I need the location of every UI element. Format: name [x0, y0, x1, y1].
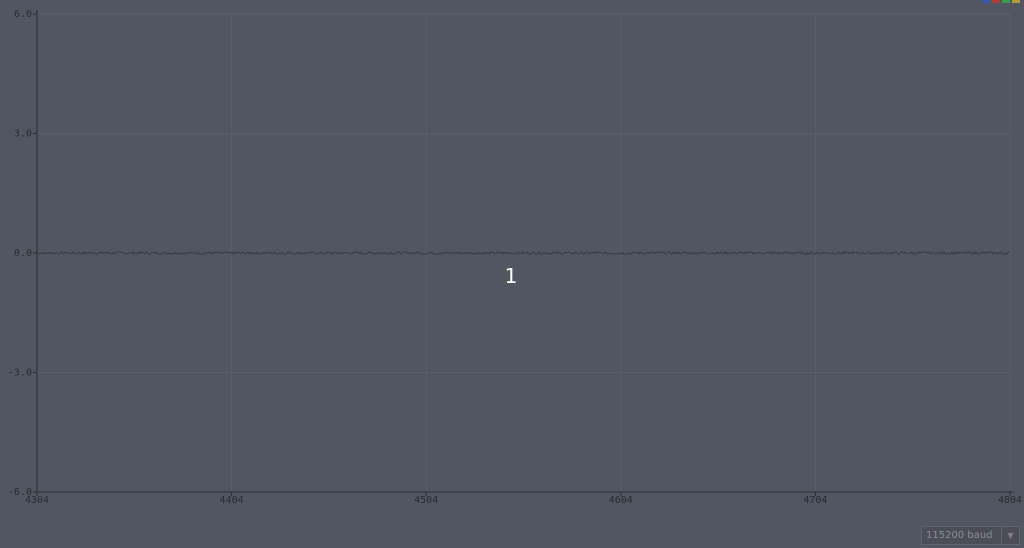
legend-swatch [1012, 0, 1020, 3]
serial-plotter-chart: 6.03.00.0-3.0-6.04304 4404 4504 4604 4704 480… [8, 9, 1022, 506]
x-tick-label: 4704 [803, 495, 827, 506]
series-count-label: 1 [505, 264, 518, 288]
legend-swatch [982, 0, 990, 3]
baud-rate-value: 115200 baud [926, 530, 993, 541]
baud-rate-select[interactable]: 115200 baud ▼ [921, 526, 1020, 545]
x-tick-label: 4504 [414, 495, 438, 506]
x-tick-label: 4804 [998, 495, 1022, 506]
x-tick-label: 4304 [25, 495, 49, 506]
series-legend [982, 0, 1020, 3]
legend-swatch [1002, 0, 1010, 3]
chevron-down-icon[interactable]: ▼ [1001, 527, 1019, 544]
y-tick-label: 6.0 [14, 9, 32, 20]
x-tick-label: 4404 [220, 495, 244, 506]
y-tick-label: 3.0 [14, 129, 32, 140]
y-tick-label: 0.0 [14, 248, 32, 259]
x-tick-label: 4604 [609, 495, 633, 506]
y-tick-label: -3.0 [8, 368, 32, 379]
legend-swatch [992, 0, 1000, 3]
